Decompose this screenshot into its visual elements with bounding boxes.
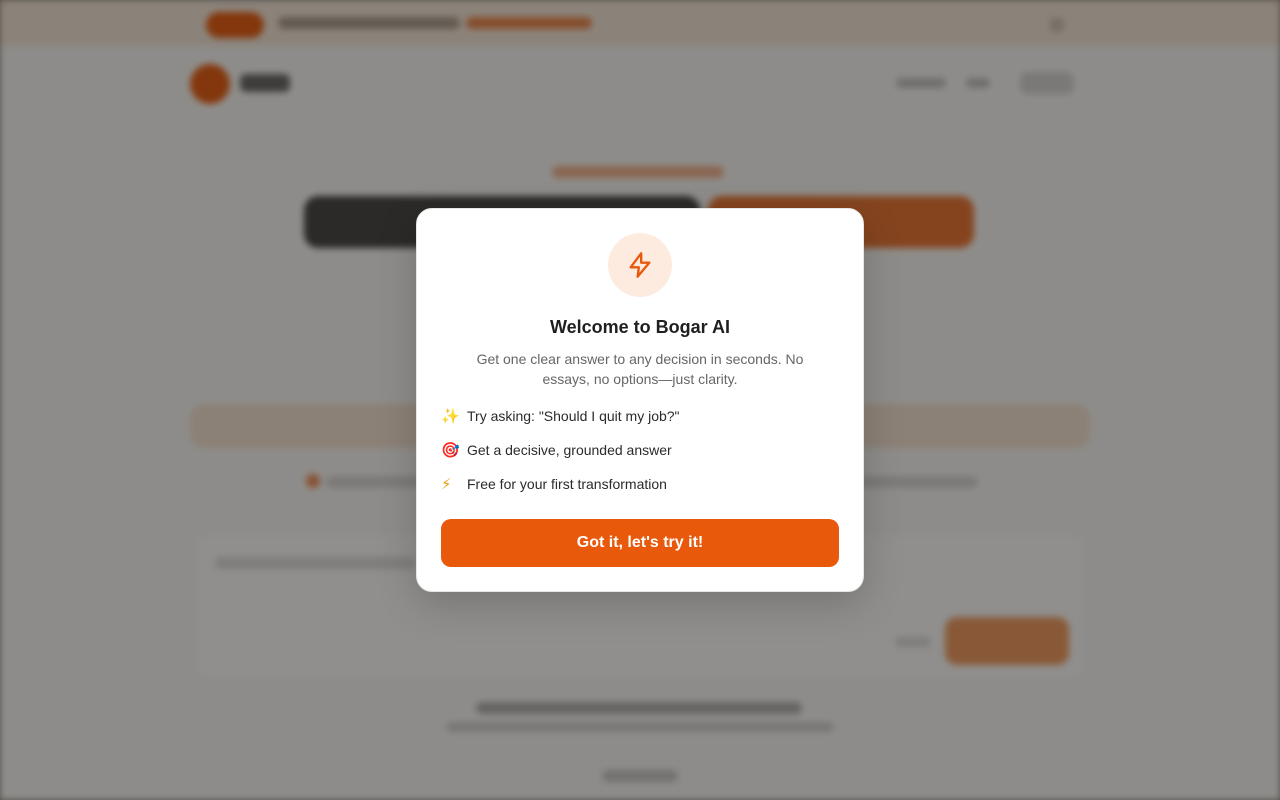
got-it-button[interactable]: Got it, let's try it! xyxy=(441,519,839,567)
target-icon: 🎯 xyxy=(441,441,460,459)
modal-description: Get one clear answer to any decision in … xyxy=(476,351,804,387)
feature-item: ⚡ Free for your first transformation xyxy=(441,473,667,495)
feature-text: Try asking: "Should I quit my job?" xyxy=(467,408,680,424)
welcome-modal: Welcome to Bogar AI Get one clear answer… xyxy=(416,208,864,592)
lightning-icon: ⚡ xyxy=(441,475,452,493)
lightning-icon xyxy=(629,252,651,278)
feature-text: Get a decisive, grounded answer xyxy=(467,442,672,458)
sparkles-icon: ✨ xyxy=(441,407,460,425)
feature-text: Free for your first transformation xyxy=(467,476,667,492)
feature-item: 🎯 Get a decisive, grounded answer xyxy=(441,439,672,461)
modal-icon-circle xyxy=(608,233,672,297)
feature-item: ✨ Try asking: "Should I quit my job?" xyxy=(441,405,680,427)
modal-title: Welcome to Bogar AI xyxy=(549,317,731,337)
